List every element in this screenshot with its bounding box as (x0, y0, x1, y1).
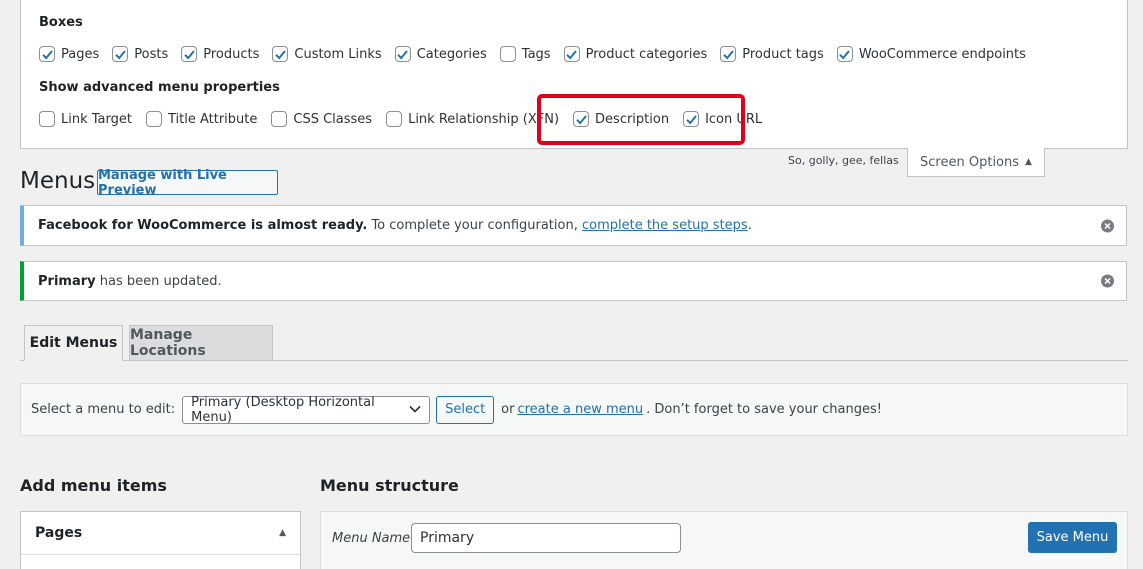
notice-text: To complete your configuration, (371, 218, 578, 233)
boxes-checkbox-row: Pages Posts Products Custom Links Categories… (39, 46, 1026, 62)
checkbox-categories[interactable]: Categories (394, 46, 487, 62)
select-menu-bar: Select a menu to edit: Primary (Desktop … (20, 383, 1128, 436)
menu-name-input[interactable]: Primary (411, 523, 681, 553)
caret-up-icon: ▲ (1025, 157, 1032, 167)
select-menu-label: Select a menu to edit: (31, 402, 176, 417)
checkbox-pages[interactable]: Pages (39, 46, 99, 62)
checkbox-checked-icon[interactable] (394, 46, 411, 62)
save-reminder-text: . Don’t forget to save your changes! (646, 402, 882, 417)
checkbox-label: Link Target (61, 111, 132, 127)
checkbox-checked-icon[interactable] (112, 46, 129, 62)
screen-options-toggle[interactable]: Screen Options ▲ (907, 148, 1045, 177)
checkbox-tags[interactable]: Tags (499, 46, 551, 62)
checkbox-empty-icon[interactable] (271, 111, 288, 127)
checkbox-label: Categories (416, 46, 487, 62)
checkbox-label: WooCommerce endpoints (858, 46, 1026, 62)
checkbox-label: Custom Links (294, 46, 382, 62)
checkbox-checked-icon[interactable] (181, 46, 198, 62)
checkbox-label: Tags (521, 46, 551, 62)
updated-text: has been updated. (99, 273, 222, 289)
checkbox-label: Product categories (585, 46, 708, 62)
chevron-down-icon (409, 402, 421, 417)
checkbox-checked-icon[interactable] (720, 46, 737, 62)
updated-menu-name: Primary (38, 273, 96, 289)
manage-live-preview-button[interactable]: Manage with Live Preview (97, 168, 278, 198)
pages-accordion: Pages ▲ (20, 511, 301, 569)
checkbox-empty-icon[interactable] (145, 111, 162, 127)
pages-accordion-header[interactable]: Pages ▲ (21, 512, 300, 555)
checkbox-link-relationship-xfn[interactable]: Link Relationship (XFN) (386, 111, 559, 127)
checkbox-label: Posts (134, 46, 169, 62)
notice-end: . (747, 218, 752, 233)
advanced-properties-title: Show advanced menu properties (39, 80, 280, 95)
checkbox-checked-icon[interactable] (39, 46, 55, 62)
caret-up-icon: ▲ (279, 528, 286, 538)
boxes-title: Boxes (39, 15, 83, 30)
menu-select-dropdown[interactable]: Primary (Desktop Horizontal Menu) (182, 394, 431, 425)
checkbox-label: Pages (61, 46, 100, 62)
checkbox-product-tags[interactable]: Product tags (720, 46, 824, 62)
menu-select-value: Primary (Desktop Horizontal Menu) (191, 394, 375, 425)
menu-structure-title: Menu structure (320, 476, 459, 495)
checkbox-checked-icon[interactable] (563, 46, 580, 62)
checkbox-empty-icon[interactable] (499, 46, 516, 62)
notice-bold: Facebook for WooCommerce is almost ready… (38, 218, 368, 233)
checkbox-link-target[interactable]: Link Target (39, 111, 132, 127)
checkbox-css-classes[interactable]: CSS Classes (271, 111, 372, 127)
dismiss-icon[interactable] (1101, 219, 1114, 232)
checkbox-custom-links[interactable]: Custom Links (272, 46, 382, 62)
checkbox-woocommerce-endpoints[interactable]: WooCommerce endpoints (836, 46, 1026, 62)
updated-notice: Primary has been updated. (20, 261, 1127, 301)
checkbox-product-categories[interactable]: Product categories (563, 46, 708, 62)
checkbox-empty-icon[interactable] (39, 111, 55, 127)
facebook-notice: Facebook for WooCommerce is almost ready… (20, 205, 1127, 246)
page-title: Menus (20, 168, 96, 194)
pages-accordion-label: Pages (35, 525, 83, 541)
checkbox-label: CSS Classes (293, 111, 373, 127)
tab-edit-menus[interactable]: Edit Menus (24, 325, 123, 361)
checkbox-label: Product tags (742, 46, 824, 62)
dismiss-icon[interactable] (1101, 274, 1114, 288)
highlight-annotation-box (537, 94, 745, 145)
checkbox-label: Title Attribute (167, 111, 258, 127)
screen-options-label: Screen Options (920, 154, 1020, 170)
menu-name-label: Menu Name (332, 531, 411, 546)
checkbox-label: Products (203, 46, 260, 62)
select-button[interactable]: Select (436, 395, 495, 424)
tagline: So, golly, gee, fellas (788, 154, 899, 167)
or-text: or (501, 402, 515, 417)
create-new-menu-link[interactable]: create a new menu (517, 402, 643, 417)
setup-steps-link[interactable]: complete the setup steps (582, 218, 748, 233)
checkbox-empty-icon[interactable] (386, 111, 403, 127)
add-menu-items-title: Add menu items (20, 476, 167, 495)
tab-manage-locations[interactable]: Manage Locations (129, 325, 273, 361)
save-menu-button[interactable]: Save Menu (1028, 522, 1117, 553)
checkbox-products[interactable]: Products (181, 46, 259, 62)
checkbox-checked-icon[interactable] (836, 46, 853, 62)
checkbox-posts[interactable]: Posts (112, 46, 168, 62)
checkbox-title-attribute[interactable]: Title Attribute (145, 111, 258, 127)
checkbox-checked-icon[interactable] (272, 46, 289, 62)
